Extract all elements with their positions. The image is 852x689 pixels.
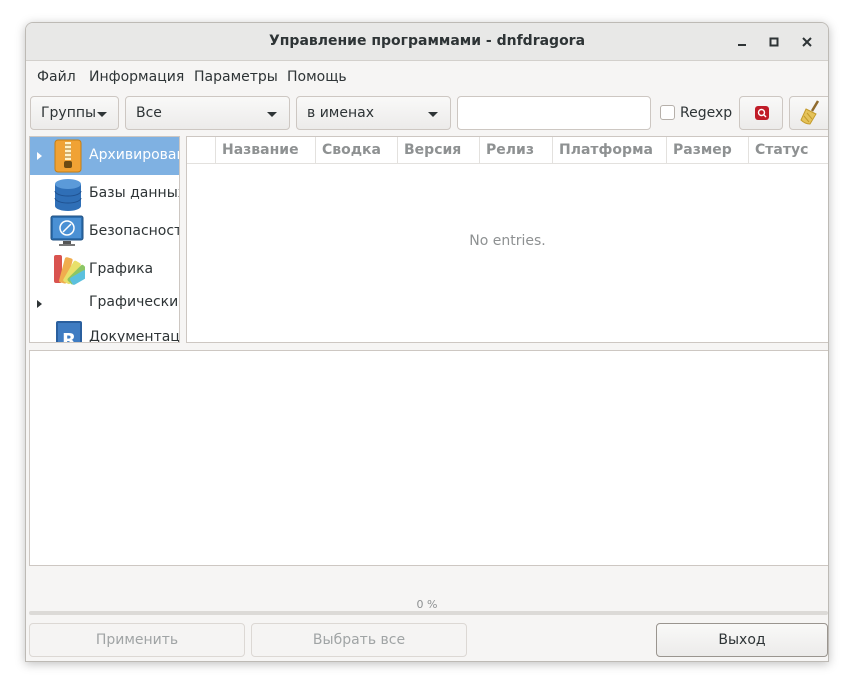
group-item-security[interactable]: Безопасность [30, 213, 179, 251]
group-label: Графика [89, 261, 154, 277]
search-input[interactable] [457, 96, 651, 130]
column-size[interactable]: Размер [666, 137, 748, 163]
empty-placeholder: No entries. [469, 233, 546, 249]
menu-help[interactable]: Помощь [287, 69, 347, 85]
menu-bar: Файл Информация Параметры Помощь [26, 61, 828, 91]
group-label: Документация [89, 329, 180, 343]
svg-text:R: R [62, 330, 76, 343]
package-info-pane[interactable] [29, 350, 828, 566]
expander-icon[interactable] [37, 152, 42, 160]
group-item-documentation[interactable]: R Документация [30, 319, 180, 343]
close-icon[interactable] [796, 31, 818, 53]
window-title: Управление программами - dnfdragora [268, 33, 586, 49]
minimize-icon[interactable] [731, 31, 753, 53]
group-item-archiving[interactable]: Архивирование [30, 137, 179, 175]
group-label: Графический [89, 294, 180, 310]
search-scope-value: в именах [307, 105, 374, 121]
menu-file[interactable]: Файл [37, 69, 76, 85]
select-all-button[interactable]: Выбрать все [251, 623, 467, 657]
column-summary[interactable]: Сводка [315, 137, 397, 163]
progress-label: 0 % [416, 598, 438, 611]
apply-button[interactable]: Применить [29, 623, 245, 657]
group-label: Архивирование [89, 147, 179, 163]
title-bar[interactable]: Управление программами - dnfdragora [26, 23, 828, 61]
groups-button-label: Группы [41, 105, 97, 121]
search-icon [755, 106, 769, 120]
column-platform[interactable]: Платформа [552, 137, 666, 163]
graphics-icon [54, 255, 85, 285]
column-status[interactable]: Статус [748, 137, 828, 163]
progress-bar [29, 611, 828, 615]
maximize-icon[interactable] [763, 31, 785, 53]
clear-search-button[interactable] [789, 96, 828, 130]
chevron-down-icon [97, 112, 107, 117]
documentation-icon: R [56, 321, 82, 343]
database-icon [54, 179, 82, 211]
search-scope-combo[interactable]: в именах [296, 96, 451, 130]
broom-icon [800, 100, 820, 125]
group-label: Базы данных [89, 185, 180, 201]
regexp-checkbox[interactable] [660, 105, 675, 120]
column-version[interactable]: Версия [397, 137, 479, 163]
archive-icon [54, 139, 82, 173]
groups-tree[interactable]: Архивирование Базы данных Безопасность [29, 136, 180, 343]
groups-button[interactable]: Группы [30, 96, 119, 130]
security-icon [50, 215, 84, 246]
regexp-label[interactable]: Regexp [680, 105, 732, 121]
group-item-databases[interactable]: Базы данных [30, 175, 179, 213]
filter-combo-value: Все [136, 105, 162, 121]
column-name[interactable]: Название [215, 137, 315, 163]
packages-table[interactable]: Название Сводка Версия Релиз Платформа Р… [186, 136, 828, 343]
column-release[interactable]: Релиз [479, 137, 552, 163]
table-header: Название Сводка Версия Релиз Платформа Р… [187, 137, 828, 164]
menu-info[interactable]: Информация [89, 69, 184, 85]
chevron-down-icon [428, 112, 438, 117]
group-item-graphical[interactable]: Графический [30, 289, 179, 319]
exit-button[interactable]: Выход [656, 623, 828, 657]
expander-icon[interactable] [37, 300, 42, 308]
app-window: Управление программами - dnfdragora Файл… [25, 22, 829, 662]
group-item-graphics[interactable]: Графика [30, 251, 179, 289]
search-button[interactable] [739, 96, 783, 130]
menu-options[interactable]: Параметры [194, 69, 278, 85]
group-label: Безопасность [89, 223, 179, 239]
chevron-down-icon [267, 112, 277, 117]
filter-combo[interactable]: Все [125, 96, 290, 130]
